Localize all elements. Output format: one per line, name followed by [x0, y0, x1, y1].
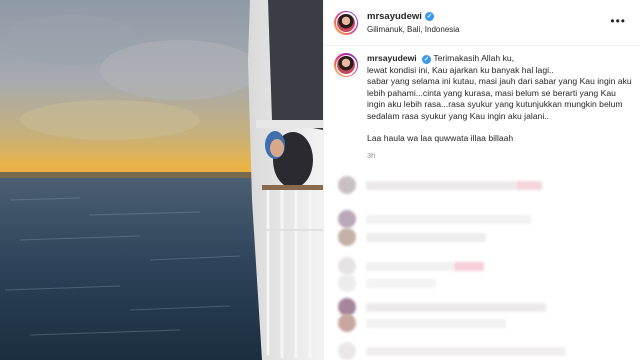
comment-item-blurred — [338, 342, 566, 360]
comment-avatar — [338, 274, 356, 292]
comment-item-blurred — [338, 210, 531, 228]
comment-text-blurred — [366, 346, 566, 356]
verified-badge-icon: ✓ — [422, 55, 432, 64]
ferry-sunset-image — [0, 0, 323, 360]
caption-line-1: Terimakasih Allah ku, — [433, 53, 515, 63]
comment-text-blurred — [454, 261, 484, 271]
comment-avatar — [338, 210, 356, 228]
post-header: mrsayudewi ✓ Gilimanuk, Bali, Indonesia … — [324, 0, 640, 46]
comment-text-blurred — [366, 261, 454, 271]
comment-avatar — [338, 257, 356, 275]
comment-text-blurred — [366, 180, 516, 190]
comment-item-blurred — [338, 228, 486, 246]
comment-text-blurred — [366, 302, 546, 312]
comment-avatar — [338, 228, 356, 246]
caption-line-2: lewat kondisi ini, Kau ajarkan ku banyak… — [367, 64, 554, 75]
comment-text-blurred — [366, 278, 436, 288]
comment-avatar — [338, 176, 356, 194]
caption: mrsayudewi ✓ Terimakasih Allah ku, lewat… — [334, 53, 634, 162]
post-username[interactable]: mrsayudewi — [367, 10, 422, 23]
post-photo[interactable] — [0, 0, 323, 360]
post-details-panel: mrsayudewi ✓ Gilimanuk, Bali, Indonesia … — [323, 0, 640, 360]
comment-item-blurred — [338, 274, 436, 292]
caption-avatar[interactable] — [334, 53, 358, 77]
more-options-icon[interactable]: ••• — [610, 14, 626, 28]
caption-line-4: Laa haula wa laa quwwata illaa billaah — [367, 132, 514, 143]
avatar[interactable] — [334, 10, 358, 35]
caption-username[interactable]: mrsayudewi — [367, 53, 417, 63]
comment-avatar — [338, 342, 356, 360]
caption-line-3: sabar yang selama ini kutau, masi jauh d… — [367, 76, 632, 121]
comment-item-blurred — [338, 257, 484, 275]
comment-text-blurred — [516, 180, 542, 190]
verified-badge-icon: ✓ — [424, 11, 434, 21]
comment-text-blurred — [366, 232, 486, 242]
post-timestamp[interactable]: 3h — [367, 150, 634, 162]
comment-text-blurred — [366, 214, 531, 224]
post-location[interactable]: Gilimanuk, Bali, Indonesia — [367, 23, 460, 36]
comment-item-blurred — [338, 314, 506, 332]
comment-item-blurred — [338, 176, 542, 194]
comment-avatar — [338, 314, 356, 332]
comment-text-blurred — [366, 318, 506, 328]
